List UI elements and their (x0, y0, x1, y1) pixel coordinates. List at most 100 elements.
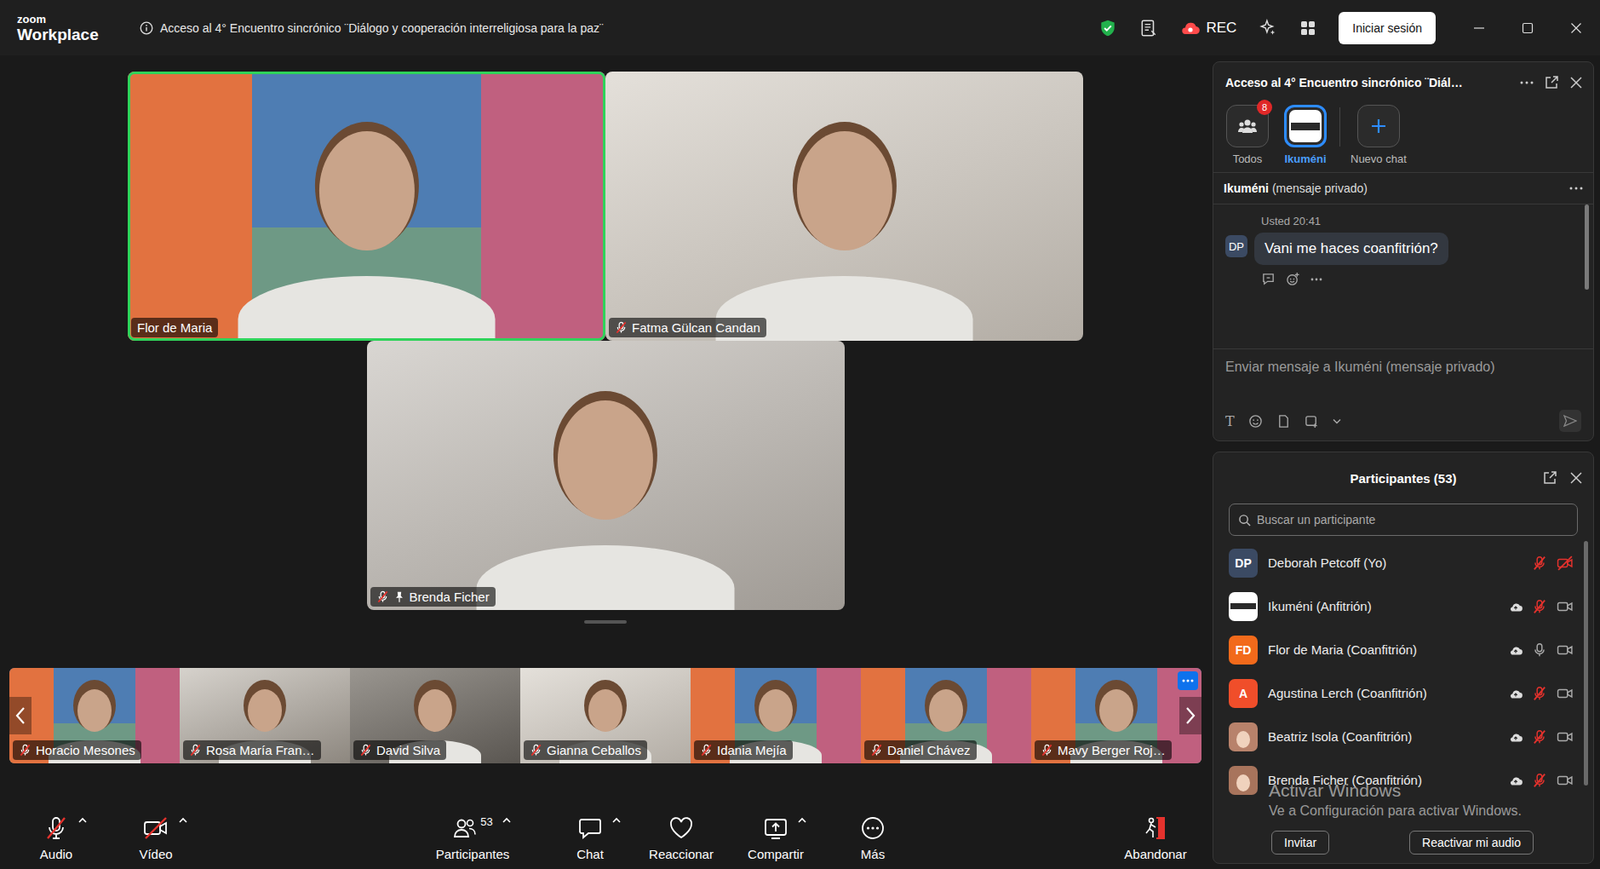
muted-mic-icon[interactable] (1531, 728, 1548, 745)
send-button[interactable] (1559, 409, 1582, 432)
participant-search[interactable]: Buscar un participante (1228, 503, 1578, 536)
more-dots-icon[interactable] (1310, 277, 1323, 282)
notes-icon[interactable] (1139, 18, 1159, 38)
name-tag: Brenda Ficher (370, 586, 496, 607)
video-icon[interactable] (1555, 728, 1575, 745)
file-icon[interactable] (1276, 413, 1291, 429)
participant-row[interactable]: FDFlor de Maria (Coanfitrión) (1213, 627, 1594, 671)
video-thumbnail[interactable]: Daniel Chávez (860, 667, 1032, 763)
chat-tab[interactable]: Ikuméni (1281, 104, 1330, 166)
reply-icon[interactable] (1261, 271, 1276, 287)
participant-row[interactable]: Ikuméni (Anfitrión) (1213, 584, 1594, 628)
chat-tab-avatar (1357, 104, 1400, 148)
format-text-button[interactable]: T (1225, 412, 1235, 430)
video-tile[interactable]: Brenda Ficher (367, 340, 845, 610)
leave-label: Abandonar (1124, 846, 1187, 861)
chevron-down-icon[interactable] (1332, 418, 1342, 425)
person-figure (476, 544, 735, 610)
muted-mic-icon[interactable] (1531, 772, 1548, 788)
resize-handle[interactable] (584, 619, 627, 624)
video-thumbnail[interactable]: Rosa María Fran… (179, 667, 350, 763)
rec-label: REC (1205, 19, 1237, 37)
message-input[interactable]: Enviar mensaje a Ikuméni (mensaje privad… (1225, 359, 1582, 375)
watermark-title: Activar Windows (1268, 779, 1522, 801)
message-bubble[interactable]: Vani me haces coanfitrión? (1254, 232, 1449, 265)
participants-button[interactable]: 53Participantes (421, 814, 524, 861)
video-icon[interactable] (1555, 772, 1575, 788)
more-dots-icon[interactable] (1519, 80, 1534, 85)
sign-in-button[interactable]: Iniciar sesión (1338, 11, 1436, 45)
mic-icon[interactable] (1531, 642, 1548, 658)
video-icon[interactable] (1555, 642, 1575, 658)
video-label: Vídeo (138, 846, 173, 861)
video-tile[interactable]: Flor de Maria (127, 71, 606, 341)
video-thumbnail[interactable]: Gianna Ceballos (520, 667, 691, 763)
caret-up-icon[interactable] (501, 816, 512, 824)
close-button[interactable] (1551, 0, 1600, 56)
info-icon[interactable] (139, 21, 154, 35)
muted-mic-icon (1040, 743, 1054, 757)
ai-sparkle-icon[interactable] (1258, 18, 1278, 38)
react-button[interactable]: Reaccionar (638, 814, 724, 861)
share-button[interactable]: Compartir (733, 814, 819, 861)
message-actions (1261, 271, 1449, 287)
more-dots-icon[interactable] (1569, 186, 1583, 190)
muted-mic-icon[interactable] (1531, 598, 1548, 614)
participant-name: Ikuméni (Anfitrión) (1267, 598, 1498, 614)
previous-page-button[interactable] (9, 696, 32, 735)
participant-name: Deborah Petcoff (Yo) (1267, 555, 1522, 570)
caret-up-icon[interactable] (611, 816, 622, 824)
video-stage: Flor de MariaFatma Gülcan Candan Brenda F… (0, 55, 1211, 807)
person-figure (929, 688, 964, 732)
video-icon[interactable] (1555, 685, 1575, 701)
muted-mic-icon[interactable] (1531, 685, 1548, 701)
participant-row[interactable]: Brenda Ficher (Coanfitrión) (1213, 757, 1594, 802)
participant-row[interactable]: Beatriz Isola (Coanfitrión) (1213, 714, 1594, 758)
participants-action-button[interactable]: Reactivar mi audio (1409, 830, 1534, 855)
participants-action-button[interactable]: Invitar (1271, 830, 1330, 855)
muted-mic-icon[interactable] (1531, 555, 1548, 571)
tile-options-button[interactable] (1177, 670, 1199, 690)
microphone-icon (43, 814, 69, 841)
scrollbar[interactable] (1583, 540, 1589, 786)
participant-row[interactable]: DPDeborah Petcoff (Yo) (1213, 540, 1594, 585)
shield-icon[interactable] (1098, 18, 1118, 38)
video-off-icon[interactable] (1555, 555, 1575, 571)
scrollbar[interactable] (1584, 204, 1589, 290)
search-icon (1238, 513, 1251, 527)
add-reaction-icon[interactable] (1285, 271, 1301, 287)
leave-button[interactable]: Abandonar (1112, 814, 1199, 861)
video-thumbnail[interactable]: Horacio Mesones (9, 667, 180, 763)
record-button[interactable]: REC (1180, 19, 1237, 37)
participant-row[interactable]: AAgustina Lerch (Coanfitrión) (1213, 670, 1594, 715)
chat-button[interactable]: Chat (551, 814, 629, 861)
popout-icon[interactable] (1542, 470, 1558, 486)
chat-tab[interactable]: 8Todos (1223, 104, 1272, 166)
minimize-button[interactable] (1454, 0, 1503, 56)
screenshot-icon[interactable] (1304, 413, 1319, 429)
more-button[interactable]: Más (834, 814, 912, 861)
meeting-title[interactable]: Acceso al 4° Encuentro sincrónico ¨Diálo… (139, 21, 604, 35)
close-icon[interactable] (1569, 470, 1583, 485)
next-page-button[interactable] (1179, 696, 1202, 735)
chat-label: Chat (576, 846, 604, 861)
video-thumbnail[interactable]: Mavy Berger Roj… (1031, 667, 1202, 763)
close-icon[interactable] (1569, 75, 1583, 90)
popout-icon[interactable] (1543, 74, 1560, 91)
caret-up-icon[interactable] (797, 816, 808, 824)
caret-up-icon[interactable] (177, 816, 189, 824)
video-thumbnail[interactable]: David Silva (349, 667, 521, 763)
person-figure (418, 688, 453, 732)
video-tile[interactable]: Fatma Gülcan Candan (605, 71, 1084, 341)
video-button[interactable]: Vídeo (117, 814, 195, 861)
audio-button[interactable]: Audio (17, 814, 95, 861)
muted-mic-icon (376, 590, 390, 603)
caret-up-icon[interactable] (77, 816, 88, 824)
maximize-button[interactable] (1502, 0, 1552, 56)
chat-tab[interactable]: Nuevo chat (1350, 104, 1407, 166)
emoji-icon[interactable] (1248, 413, 1263, 429)
video-thumbnail[interactable]: Idania Mejía (690, 667, 861, 763)
apps-grid-icon[interactable] (1299, 19, 1317, 37)
video-icon[interactable] (1555, 598, 1575, 614)
participants-label: Participantes (435, 846, 511, 861)
